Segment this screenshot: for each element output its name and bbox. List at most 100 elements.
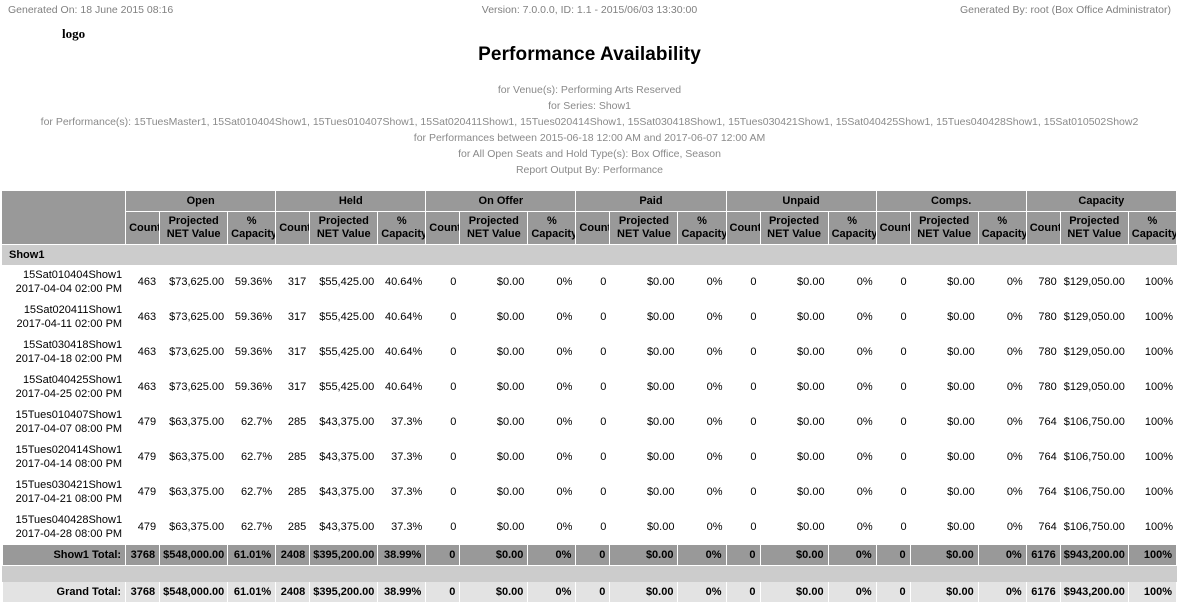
table-cell: $73,625.00 <box>159 264 229 300</box>
table-cell: 0 <box>725 509 761 545</box>
column-header-comps-projected-net-value: Projected NET Value <box>909 211 979 245</box>
column-group-header-unpaid: Unpaid <box>725 190 877 212</box>
column-header-paid-count: Count <box>575 211 611 245</box>
table-cell: 0% <box>527 299 577 335</box>
performance-name: 15Tues030421Show1 <box>15 479 123 491</box>
table-cell: 317 <box>275 299 311 335</box>
table-cell: 0 <box>725 264 761 300</box>
grand-total-row-cell: 0% <box>977 581 1027 603</box>
table-cell: 0 <box>425 369 461 405</box>
table-cell: $0.00 <box>759 369 829 405</box>
show-total-row-cell: 0% <box>527 544 577 566</box>
table-cell: 40.64% <box>377 369 427 405</box>
table-cell: 317 <box>275 369 311 405</box>
column-header-comps--capacity: % Capacity <box>977 211 1027 245</box>
performance-label-cell: 15Sat040425Show1 2017-04-25 02:00 PM <box>1 369 127 405</box>
subtitle-hold-types: for All Open Seats and Hold Type(s): Box… <box>458 148 721 160</box>
table-cell: 40.64% <box>377 334 427 370</box>
table-cell: 0% <box>677 474 727 510</box>
performance-name: 15Sat020411Show1 <box>23 304 123 316</box>
performance-label-cell: 15Sat030418Show1 2017-04-18 02:00 PM <box>1 334 127 370</box>
logo-row: logo <box>0 22 1179 44</box>
performance-label-cell: 15Sat020411Show1 2017-04-11 02:00 PM <box>1 299 127 335</box>
table-cell: 0 <box>725 474 761 510</box>
table-cell: 463 <box>125 299 161 335</box>
table-cell: $0.00 <box>609 369 679 405</box>
table-cell: 0% <box>977 264 1027 300</box>
table-cell: 0% <box>527 334 577 370</box>
table-cell: $106,750.00 <box>1059 439 1129 475</box>
table-cell: 463 <box>125 264 161 300</box>
table-cell: $0.00 <box>459 334 529 370</box>
table-cell: $0.00 <box>459 474 529 510</box>
performance-datetime: 2017-04-14 08:00 PM <box>15 458 123 470</box>
column-header-capacity--capacity: % Capacity <box>1127 211 1178 245</box>
table-cell: $63,375.00 <box>159 474 229 510</box>
table-cell: 0% <box>827 369 877 405</box>
table-cell: 285 <box>275 404 311 440</box>
performance-datetime: 2017-04-07 08:00 PM <box>15 423 123 435</box>
grand-total-row-cell: 0 <box>725 581 761 603</box>
grand-total-row-cell: 0 <box>875 581 911 603</box>
table-cell: 0% <box>527 439 577 475</box>
grand-total-row-cell: 3768 <box>125 581 161 603</box>
grand-total-row-cell: $0.00 <box>909 581 979 603</box>
grand-total-row-cell: $0.00 <box>759 581 829 603</box>
table-cell: 0 <box>875 474 911 510</box>
table-cell: 0% <box>677 369 727 405</box>
table-row: 15Tues020414Show1 2017-04-14 08:00 PM 479 $… <box>1 439 1178 475</box>
table-cell: 40.64% <box>377 299 427 335</box>
table-cell: 100% <box>1127 369 1178 405</box>
table-cell: $0.00 <box>759 264 829 300</box>
table-cell: 100% <box>1127 509 1178 545</box>
column-header-comps-count: Count <box>875 211 911 245</box>
table-cell: 0% <box>527 369 577 405</box>
table-cell: $0.00 <box>609 474 679 510</box>
table-cell: 479 <box>125 404 161 440</box>
table-cell: 100% <box>1127 264 1178 300</box>
performance-datetime: 2017-04-04 02:00 PM <box>15 283 123 295</box>
table-cell: 764 <box>1025 439 1061 475</box>
table-cell: $0.00 <box>759 299 829 335</box>
table-cell: $0.00 <box>909 264 979 300</box>
total-spacer-row <box>2 565 1177 582</box>
table-cell: $73,625.00 <box>159 299 229 335</box>
performance-datetime: 2017-04-21 08:00 PM <box>15 493 123 505</box>
column-header-unpaid-projected-net-value: Projected NET Value <box>759 211 829 245</box>
table-cell: 463 <box>125 334 161 370</box>
table-cell: 0 <box>725 369 761 405</box>
table-cell: 764 <box>1025 404 1061 440</box>
table-cell: $0.00 <box>909 299 979 335</box>
table-cell: $73,625.00 <box>159 369 229 405</box>
show-total-row-cell: $943,200.00 <box>1059 544 1129 566</box>
table-cell: 479 <box>125 474 161 510</box>
report-subtitles: for Venue(s): Performing Arts Reserved f… <box>0 68 1179 178</box>
column-group-header-open: Open <box>125 190 277 212</box>
table-cell: 0% <box>977 404 1027 440</box>
grand-total-row-cell: 2408 <box>275 581 311 603</box>
column-group-header-paid: Paid <box>575 190 727 212</box>
table-cell: 0% <box>977 474 1027 510</box>
grand-total-row-cell: 0 <box>575 581 611 603</box>
table-cell: $0.00 <box>609 334 679 370</box>
table-cell: 0 <box>875 334 911 370</box>
table-cell: $0.00 <box>909 369 979 405</box>
table-tail-cell <box>2 602 1177 612</box>
page-meta-bar: Generated On: 18 June 2015 08:16 Version… <box>0 0 1179 22</box>
table-cell: $0.00 <box>759 509 829 545</box>
table-cell: 0 <box>725 439 761 475</box>
performance-availability-table: Open Held On Offer Paid Unpaid Comps. Capacity… <box>1 190 1178 612</box>
table-cell: $106,750.00 <box>1059 474 1129 510</box>
show-total-row-label: Show1 Total: <box>1 544 127 566</box>
grand-total-row-label: Grand Total: <box>1 581 127 603</box>
table-cell: 100% <box>1127 439 1178 475</box>
page-title: Performance Availability <box>478 44 701 65</box>
show-total-row-cell: 0% <box>677 544 727 566</box>
grand-total-row-cell: $0.00 <box>609 581 679 603</box>
table-cell: 0 <box>425 299 461 335</box>
table-cell: 0 <box>575 334 611 370</box>
table-cell: 0 <box>575 264 611 300</box>
table-cell: 0% <box>827 474 877 510</box>
table-cell: 0% <box>977 439 1027 475</box>
performance-label-cell: 15Tues020414Show1 2017-04-14 08:00 PM <box>1 439 127 475</box>
